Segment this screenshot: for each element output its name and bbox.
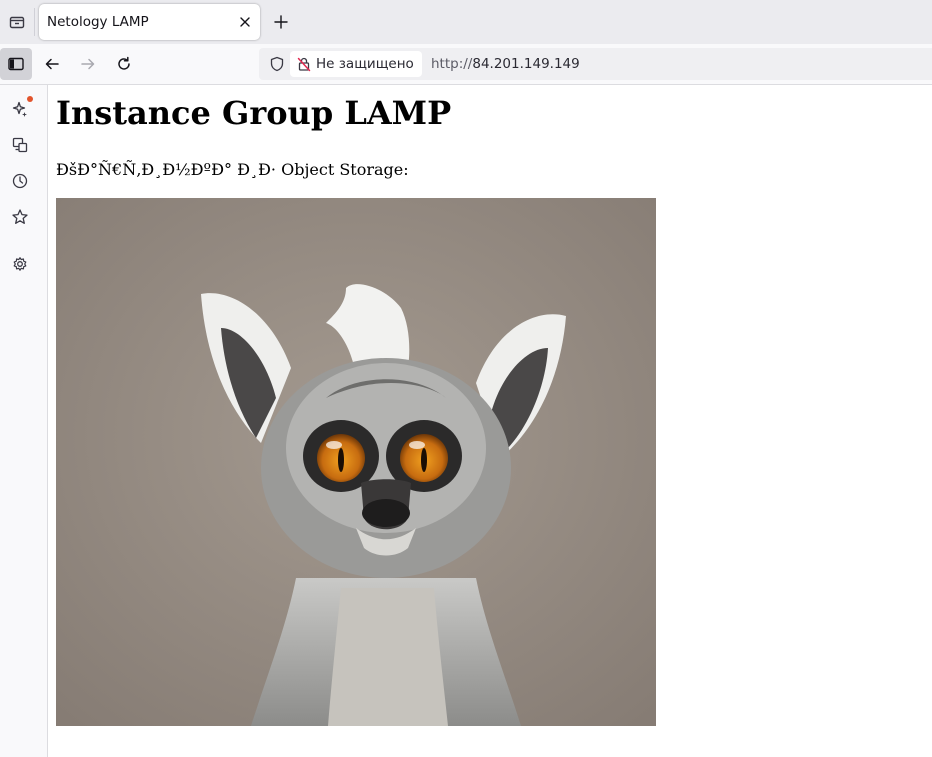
bookmarks-star-icon [12, 209, 28, 224]
tab-list-icon [9, 16, 25, 29]
tab-list-button[interactable] [0, 4, 34, 40]
active-tab[interactable]: Netology LAMP [39, 4, 260, 40]
sidebar-item-synced-tabs[interactable] [6, 131, 34, 159]
reload-icon [118, 56, 130, 70]
sidebar-item-ai-chatbot[interactable] [6, 95, 34, 123]
settings-gear-icon [13, 257, 27, 271]
arrow-left-icon [45, 58, 59, 70]
tracking-protection-button[interactable] [265, 52, 289, 76]
url-scheme: http:// [431, 56, 473, 72]
connection-security-indicator[interactable]: Не защищено [290, 51, 422, 77]
plus-icon [274, 15, 288, 29]
tab-title: Netology LAMP [47, 14, 149, 30]
back-button[interactable] [36, 48, 68, 80]
arrow-right-icon [81, 58, 95, 70]
reload-button[interactable] [108, 48, 140, 80]
url-text[interactable]: http://84.201.149.149 [431, 48, 580, 80]
address-bar[interactable]: Не защищено http://84.201.149.149 [259, 48, 932, 80]
sidebar-item-settings[interactable] [6, 250, 34, 278]
page-title: Instance Group LAMP [56, 94, 452, 132]
security-label: Не защищено [316, 56, 414, 72]
page-content: Instance Group LAMP ÐšÐ°Ñ€Ñ‚Ð¸Ð½ÐºÐ° Ð¸Ð… [48, 85, 932, 757]
shield-icon [270, 56, 284, 72]
sidebar-item-history[interactable] [6, 167, 34, 195]
tab-strip: Netology LAMP [0, 0, 932, 44]
synced-tabs-icon [12, 137, 28, 153]
tab-strip-divider [34, 8, 35, 36]
notification-dot [27, 96, 33, 102]
url-host: 84.201.149.149 [472, 56, 580, 72]
page-paragraph: ÐšÐ°Ñ€Ñ‚Ð¸Ð½ÐºÐ° Ð¸Ð· Object Storage: [56, 160, 409, 179]
ai-sparkle-icon [12, 101, 27, 117]
history-icon [12, 173, 28, 189]
navigation-toolbar: Не защищено http://84.201.149.149 [0, 44, 932, 85]
sidebar-item-bookmarks[interactable] [6, 203, 34, 231]
new-tab-button[interactable] [267, 8, 295, 36]
forward-button[interactable] [72, 48, 104, 80]
tab-close-button[interactable] [236, 13, 254, 31]
close-icon [240, 17, 250, 27]
lemur-photo [56, 198, 656, 726]
insecure-lock-icon [297, 57, 311, 72]
sidebar-toggle-button[interactable] [0, 48, 32, 80]
sidebar-icon [8, 57, 24, 71]
sidebar [0, 85, 48, 757]
